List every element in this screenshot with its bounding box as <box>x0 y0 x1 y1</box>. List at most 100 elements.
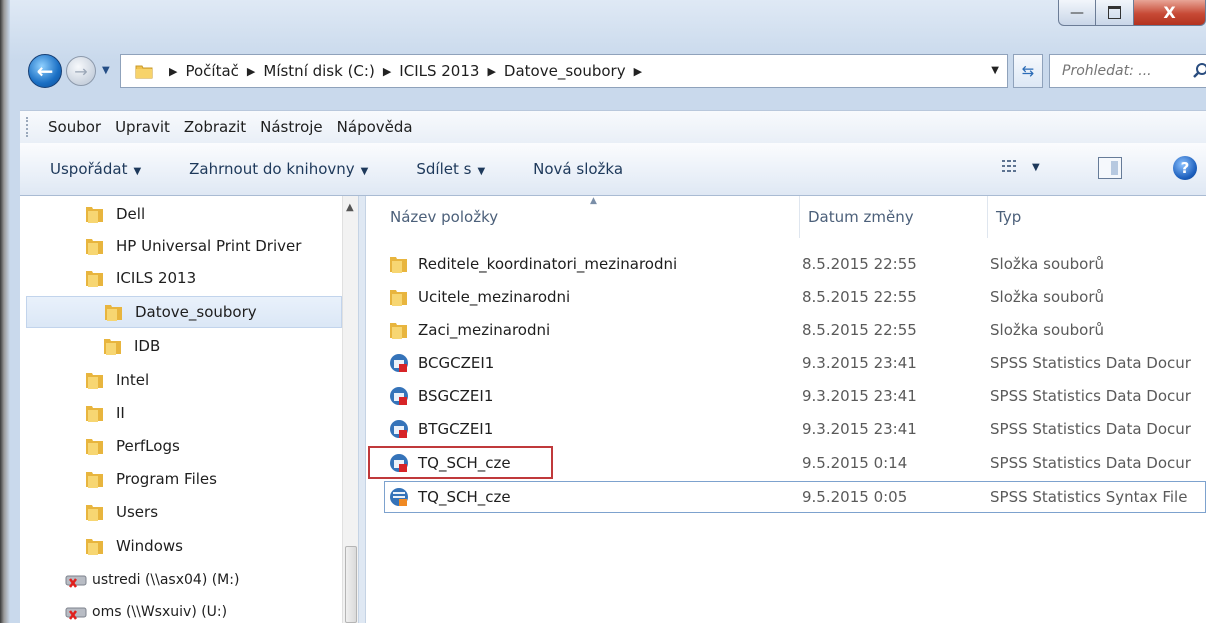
folder-icon <box>86 505 103 521</box>
file-type: SPSS Statistics Data Docur <box>990 454 1191 472</box>
change-view-button[interactable]: ▼ <box>1002 159 1040 175</box>
breadcrumb-separator[interactable]: ▶ <box>383 65 391 78</box>
column-header-type[interactable]: Typ <box>988 196 1206 238</box>
forward-button[interactable]: → <box>66 56 96 86</box>
tree-item-label: oms (\\Wsxuiv) (U:) <box>92 604 228 620</box>
tree-item-dell[interactable]: Dell <box>84 198 340 230</box>
spss-data-icon <box>390 420 408 438</box>
tree-item-intel[interactable]: Intel <box>84 364 340 396</box>
file-date: 9.3.2015 23:41 <box>802 387 917 405</box>
chevron-down-icon: ▼ <box>477 166 486 177</box>
breadcrumb-pocitac[interactable]: Počítač <box>185 62 238 80</box>
forward-arrow-icon: → <box>74 61 88 81</box>
tree-item-oms-drive[interactable]: oms (\\Wsxuiv) (U:) <box>64 596 340 623</box>
menu-soubor[interactable]: Soubor <box>48 116 101 138</box>
folder-icon <box>390 323 407 339</box>
minimize-button[interactable]: — <box>1058 0 1096 26</box>
column-header-date[interactable]: Datum změny <box>800 196 988 238</box>
file-row[interactable]: Ucitele_mezinarodni 8.5.2015 22:55 Složk… <box>382 281 1206 313</box>
refresh-button[interactable]: ⇆ <box>1013 54 1043 88</box>
chevron-down-icon: ▼ <box>360 166 369 177</box>
file-row[interactable]: BCGCZEI1 9.3.2015 23:41 SPSS Statistics … <box>382 347 1206 379</box>
search-icon[interactable] <box>1192 62 1206 80</box>
file-date: 8.5.2015 22:55 <box>802 255 917 273</box>
menu-upravit[interactable]: Upravit <box>115 116 170 138</box>
recent-pages-dropdown[interactable]: ▼ <box>102 65 110 76</box>
file-row[interactable]: Zaci_mezinarodni 8.5.2015 22:55 Složka s… <box>382 314 1206 346</box>
scrollbar-thumb[interactable] <box>345 546 357 623</box>
folder-icon <box>86 472 103 488</box>
organize-button[interactable]: Uspořádat ▼ <box>50 160 141 178</box>
file-name: Ucitele_mezinarodni <box>418 288 571 306</box>
breadcrumb-separator[interactable]: ▶ <box>247 65 255 78</box>
chevron-down-icon: ▼ <box>133 166 142 177</box>
tree-item-icils-2013[interactable]: ICILS 2013 <box>84 262 340 294</box>
tree-item-hp-universal-print-driver[interactable]: HP Universal Print Driver <box>84 230 340 262</box>
tree-item-label: Dell <box>116 205 146 223</box>
share-label: Sdílet s <box>416 160 472 178</box>
tree-scrollbar[interactable]: ▲ <box>342 196 358 623</box>
tree-item-windows[interactable]: Windows <box>84 530 340 562</box>
tree-item-program-files[interactable]: Program Files <box>84 463 340 495</box>
file-date: 8.5.2015 22:55 <box>802 288 917 306</box>
menu-bar: Soubor Upravit Zobrazit Nástroje Nápověd… <box>20 110 1206 144</box>
scroll-up-icon[interactable]: ▲ <box>346 202 354 213</box>
breadcrumb-icils[interactable]: ICILS 2013 <box>399 62 479 80</box>
file-row[interactable]: BTGCZEI1 9.3.2015 23:41 SPSS Statistics … <box>382 413 1206 445</box>
new-folder-button[interactable]: Nová složka <box>533 160 623 178</box>
tree-item-datove-soubory[interactable]: Datove_soubory <box>26 296 342 328</box>
folder-icon <box>86 207 103 223</box>
file-row[interactable]: BSGCZEI1 9.3.2015 23:41 SPSS Statistics … <box>382 380 1206 412</box>
file-date: 9.3.2015 23:41 <box>802 354 917 372</box>
column-header-name[interactable]: Název položky ▲ <box>382 196 800 238</box>
pane-splitter[interactable] <box>358 196 366 623</box>
address-row: ← → ▼ ▶ Počítač ▶ Místní disk (C:) ▶ ICI… <box>20 51 1206 91</box>
help-button[interactable]: ? <box>1173 156 1197 180</box>
breadcrumb-local-disk[interactable]: Místní disk (C:) <box>263 62 374 80</box>
file-type: Složka souborů <box>990 321 1104 339</box>
address-history-dropdown[interactable]: ▼ <box>991 65 999 76</box>
file-type: Složka souborů <box>990 255 1104 273</box>
help-icon: ? <box>1180 159 1190 177</box>
breadcrumb-datove-soubory[interactable]: Datove_soubory <box>504 62 626 80</box>
focus-rectangle <box>384 481 1206 513</box>
organize-label: Uspořádat <box>50 160 128 178</box>
menu-nastroje[interactable]: Nástroje <box>260 116 323 138</box>
tree-item-label: II <box>116 404 125 422</box>
file-date: 8.5.2015 22:55 <box>802 321 917 339</box>
tree-item-ustredi-drive[interactable]: ustredi (\\asx04) (M:) <box>64 564 340 596</box>
folder-icon <box>86 271 103 287</box>
tree-item-ii[interactable]: II <box>84 397 340 429</box>
breadcrumb-separator[interactable]: ▶ <box>487 65 495 78</box>
tree-item-users[interactable]: Users <box>84 496 340 528</box>
tree-item-perflogs[interactable]: PerfLogs <box>84 430 340 462</box>
search-input[interactable] <box>1060 62 1182 80</box>
maximize-button[interactable] <box>1096 0 1134 26</box>
file-row[interactable]: Reditele_koordinatori_mezinarodni 8.5.20… <box>382 248 1206 280</box>
breadcrumb-separator[interactable]: ▶ <box>634 65 642 78</box>
file-type: SPSS Statistics Data Docur <box>990 387 1191 405</box>
breadcrumb-separator[interactable]: ▶ <box>169 65 177 78</box>
folder-icon <box>390 257 407 273</box>
close-button[interactable]: X <box>1134 0 1206 26</box>
file-name: BTGCZEI1 <box>418 420 494 438</box>
search-box[interactable] <box>1049 54 1206 88</box>
tree-item-label: PerfLogs <box>116 437 180 455</box>
folder-icon <box>135 65 153 79</box>
address-bar[interactable]: ▶ Počítač ▶ Místní disk (C:) ▶ ICILS 201… <box>120 54 1008 88</box>
tree-item-label: IDB <box>134 337 161 355</box>
menu-napoveda[interactable]: Nápověda <box>337 116 413 138</box>
include-library-label: Zahrnout do knihovny <box>189 160 355 178</box>
tree-item-label: Users <box>116 503 159 521</box>
folder-icon <box>86 239 103 255</box>
preview-pane-button[interactable] <box>1098 157 1122 179</box>
share-button[interactable]: Sdílet s ▼ <box>416 160 485 178</box>
include-library-button[interactable]: Zahrnout do knihovny ▼ <box>189 160 368 178</box>
tree-item-idb[interactable]: IDB <box>102 330 340 362</box>
menu-grip <box>26 117 34 137</box>
file-list-pane: Název položky ▲ Datum změny Typ Reditele… <box>366 196 1206 623</box>
file-name: Zaci_mezinarodni <box>418 321 551 339</box>
folder-icon <box>86 439 103 455</box>
menu-zobrazit[interactable]: Zobrazit <box>184 116 246 138</box>
back-button[interactable]: ← <box>28 54 62 88</box>
